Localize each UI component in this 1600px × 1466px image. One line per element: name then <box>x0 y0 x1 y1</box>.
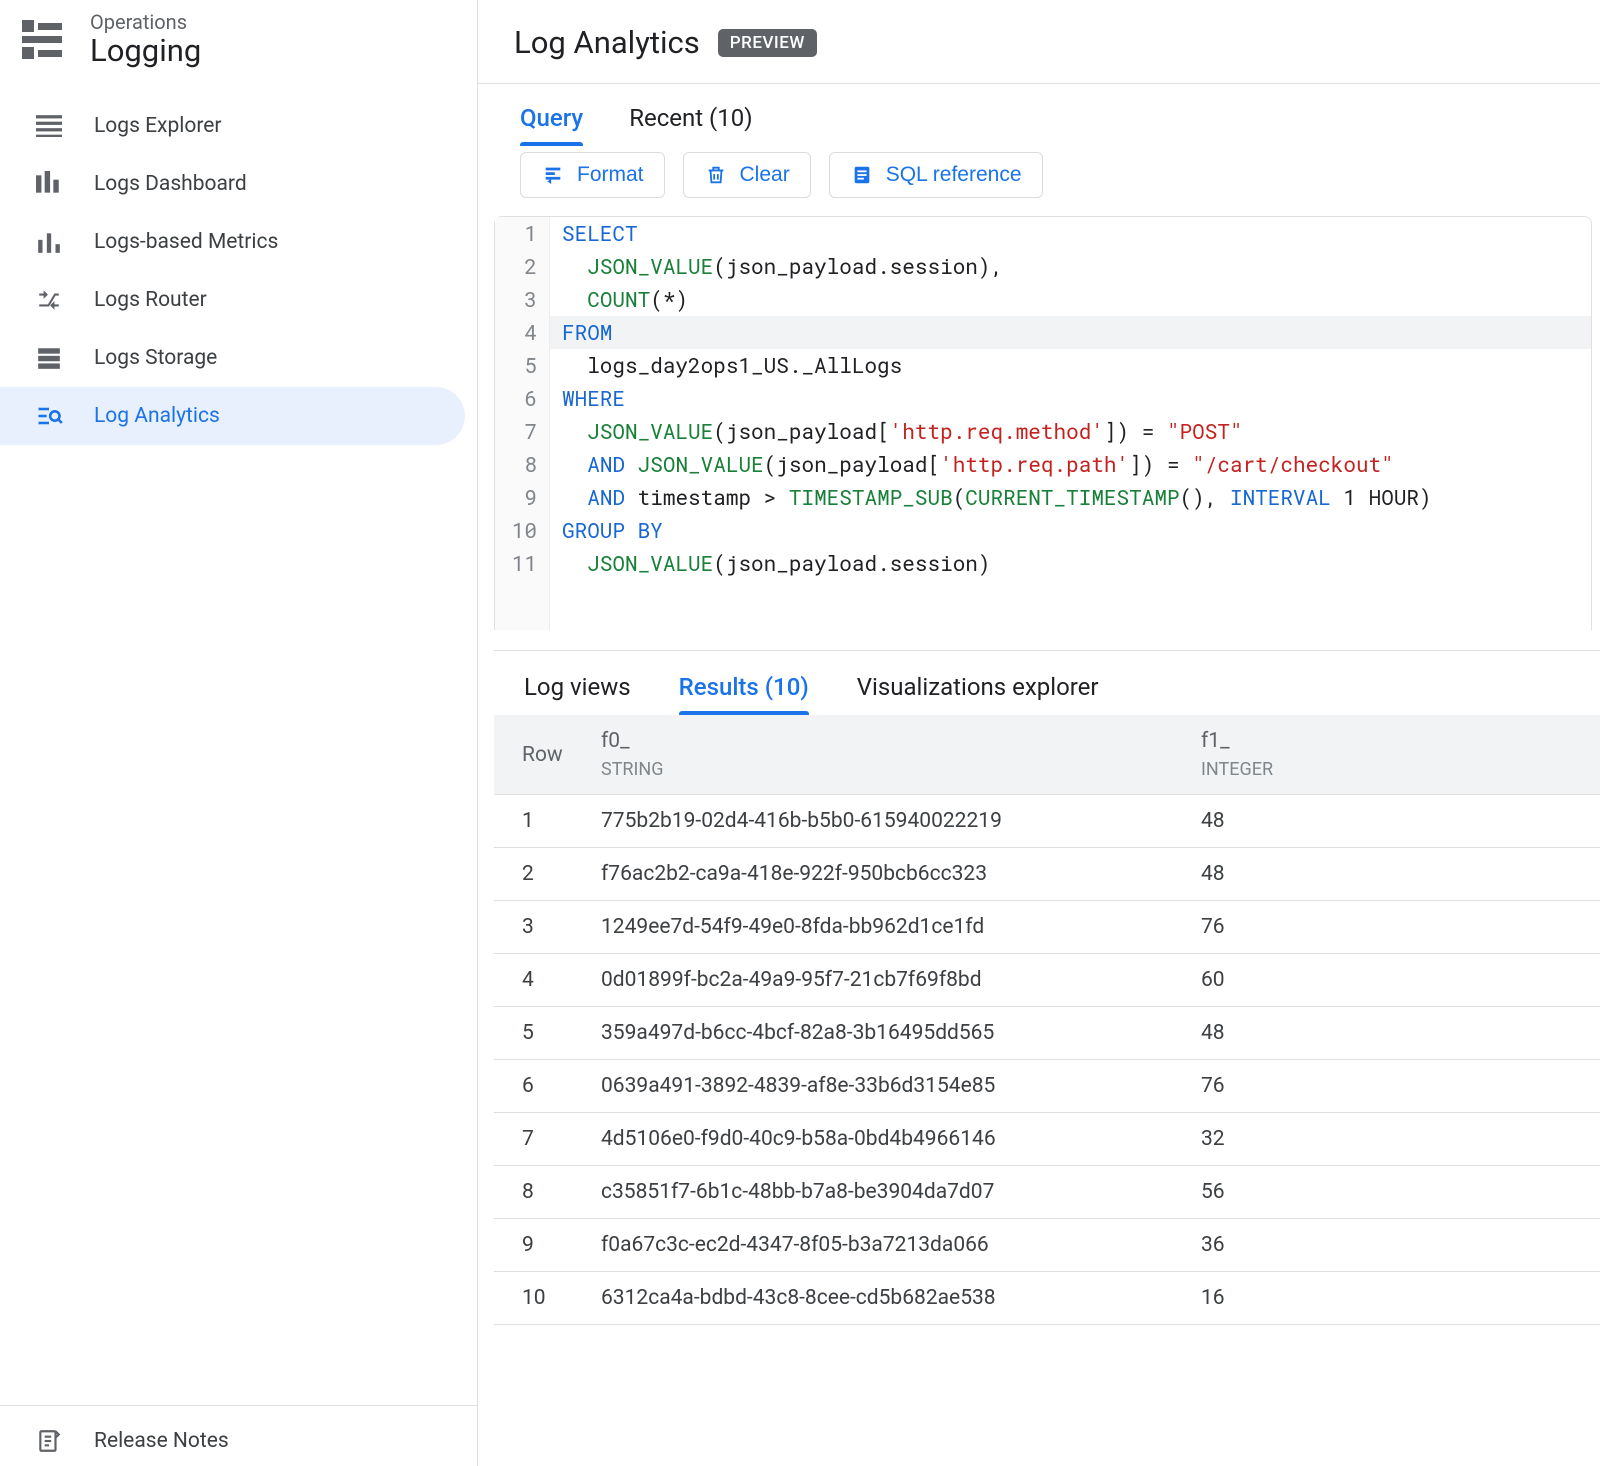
results-table: Row f0_STRING f1_INTEGER 1775b2b19-02d4-… <box>494 715 1600 1325</box>
sidebar-item-logs-metrics[interactable]: Logs-based Metrics <box>0 213 465 271</box>
trash-icon <box>704 163 728 187</box>
sidebar-item-log-analytics[interactable]: Log Analytics <box>0 387 465 445</box>
sql-editor[interactable]: 1SELECT 2 JSON_VALUE(json_payload.sessio… <box>494 216 1592 630</box>
table-row[interactable]: 9f0a67c3c-ec2d-4347-8f05-b3a7213da06636 <box>494 1219 1600 1272</box>
format-button[interactable]: Format <box>520 152 665 198</box>
clear-button[interactable]: Clear <box>683 152 811 198</box>
cell-f0: 0639a491-3892-4839-af8e-33b6d3154e85 <box>589 1060 1189 1113</box>
sql-reference-button[interactable]: SQL reference <box>829 152 1043 198</box>
sidebar: Operations Logging Logs Explorer Logs Da… <box>0 0 478 1466</box>
cell-f1: 76 <box>1189 1060 1600 1113</box>
table-row[interactable]: 2f76ac2b2-ca9a-418e-922f-950bcb6cc32348 <box>494 848 1600 901</box>
table-row[interactable]: 1775b2b19-02d4-416b-b5b0-61594002221948 <box>494 795 1600 848</box>
table-row[interactable]: 40d01899f-bc2a-49a9-95f7-21cb7f69f8bd60 <box>494 954 1600 1007</box>
cell-f0: 4d5106e0-f9d0-40c9-b58a-0bd4b4966146 <box>589 1113 1189 1166</box>
tab-results[interactable]: Results (10) <box>679 673 809 715</box>
cell-f0: 0d01899f-bc2a-49a9-95f7-21cb7f69f8bd <box>589 954 1189 1007</box>
table-row[interactable]: 5359a497d-b6cc-4bcf-82a8-3b16495dd56548 <box>494 1007 1600 1060</box>
sidebar-item-release-notes[interactable]: Release Notes <box>0 1405 477 1466</box>
cell-f1: 76 <box>1189 901 1600 954</box>
sidebar-item-label: Logs Router <box>94 288 207 312</box>
page-header: Log Analytics PREVIEW <box>478 0 1600 84</box>
sidebar-title-block: Operations Logging <box>90 10 201 69</box>
query-actions: Format Clear SQL reference <box>490 146 1600 216</box>
button-label: Clear <box>740 163 790 187</box>
cell-row-number: 5 <box>494 1007 589 1060</box>
button-label: Format <box>577 163 644 187</box>
table-row[interactable]: 31249ee7d-54f9-49e0-8fda-bb962d1ce1fd76 <box>494 901 1600 954</box>
list-icon <box>34 111 64 141</box>
cell-f0: c35851f7-6b1c-48bb-b7a8-be3904da7d07 <box>589 1166 1189 1219</box>
cell-f0: f76ac2b2-ca9a-418e-922f-950bcb6cc323 <box>589 848 1189 901</box>
route-icon <box>34 285 64 315</box>
tab-visualizations[interactable]: Visualizations explorer <box>857 673 1099 715</box>
tab-recent[interactable]: Recent (10) <box>629 104 752 146</box>
sidebar-item-label: Logs-based Metrics <box>94 230 278 254</box>
table-row[interactable]: 106312ca4a-bdbd-43c8-8cee-cd5b682ae53816 <box>494 1272 1600 1325</box>
sidebar-item-logs-storage[interactable]: Logs Storage <box>0 329 465 387</box>
sidebar-item-logs-explorer[interactable]: Logs Explorer <box>0 97 465 155</box>
product-line: Operations <box>90 10 201 34</box>
results-tabs: Log views Results (10) Visualizations ex… <box>494 651 1600 715</box>
cell-row-number: 8 <box>494 1166 589 1219</box>
sidebar-item-label: Release Notes <box>94 1429 229 1453</box>
page-title: Log Analytics <box>514 24 700 61</box>
col-header-f0: f0_STRING <box>589 715 1189 795</box>
format-icon <box>541 163 565 187</box>
table-row[interactable]: 74d5106e0-f9d0-40c9-b58a-0bd4b496614632 <box>494 1113 1600 1166</box>
cell-row-number: 4 <box>494 954 589 1007</box>
product-name: Logging <box>90 32 201 69</box>
cell-row-number: 2 <box>494 848 589 901</box>
cell-f1: 48 <box>1189 848 1600 901</box>
storage-icon <box>34 343 64 373</box>
document-icon <box>850 163 874 187</box>
cell-f1: 36 <box>1189 1219 1600 1272</box>
table-row[interactable]: 8c35851f7-6b1c-48bb-b7a8-be3904da7d0756 <box>494 1166 1600 1219</box>
release-notes-icon <box>34 1426 64 1456</box>
main-content: Log Analytics PREVIEW Query Recent (10) … <box>478 0 1600 1466</box>
col-header-f1: f1_INTEGER <box>1189 715 1600 795</box>
cell-row-number: 10 <box>494 1272 589 1325</box>
analytics-search-icon <box>34 401 64 431</box>
sidebar-item-logs-dashboard[interactable]: Logs Dashboard <box>0 155 465 213</box>
cell-f1: 48 <box>1189 795 1600 848</box>
table-row[interactable]: 60639a491-3892-4839-af8e-33b6d3154e8576 <box>494 1060 1600 1113</box>
cell-f1: 48 <box>1189 1007 1600 1060</box>
dashboard-icon <box>34 169 64 199</box>
cell-f1: 60 <box>1189 954 1600 1007</box>
cell-f0: 6312ca4a-bdbd-43c8-8cee-cd5b682ae538 <box>589 1272 1189 1325</box>
cell-row-number: 6 <box>494 1060 589 1113</box>
sidebar-header: Operations Logging <box>0 0 477 83</box>
cell-row-number: 3 <box>494 901 589 954</box>
button-label: SQL reference <box>886 163 1022 187</box>
sidebar-item-label: Log Analytics <box>94 404 220 428</box>
cell-f0: 1249ee7d-54f9-49e0-8fda-bb962d1ce1fd <box>589 901 1189 954</box>
results-panel: Log views Results (10) Visualizations ex… <box>494 650 1600 1325</box>
bar-chart-icon <box>34 227 64 257</box>
cell-f0: f0a67c3c-ec2d-4347-8f05-b3a7213da066 <box>589 1219 1189 1272</box>
cell-row-number: 1 <box>494 795 589 848</box>
sidebar-item-label: Logs Storage <box>94 346 217 370</box>
preview-badge: PREVIEW <box>718 29 817 57</box>
col-header-row: Row <box>494 715 589 795</box>
sidebar-item-label: Logs Dashboard <box>94 172 247 196</box>
cell-f1: 32 <box>1189 1113 1600 1166</box>
cell-f0: 359a497d-b6cc-4bcf-82a8-3b16495dd565 <box>589 1007 1189 1060</box>
logging-product-icon <box>22 20 62 60</box>
cell-row-number: 9 <box>494 1219 589 1272</box>
query-tabs: Query Recent (10) <box>490 84 1600 146</box>
tab-query[interactable]: Query <box>520 104 583 146</box>
sidebar-nav: Logs Explorer Logs Dashboard Logs-based … <box>0 83 477 445</box>
sidebar-item-logs-router[interactable]: Logs Router <box>0 271 465 329</box>
tab-log-views[interactable]: Log views <box>524 673 631 715</box>
results-header-row: Row f0_STRING f1_INTEGER <box>494 715 1600 795</box>
cell-f1: 16 <box>1189 1272 1600 1325</box>
sidebar-item-label: Logs Explorer <box>94 114 222 138</box>
cell-f0: 775b2b19-02d4-416b-b5b0-615940022219 <box>589 795 1189 848</box>
cell-f1: 56 <box>1189 1166 1600 1219</box>
cell-row-number: 7 <box>494 1113 589 1166</box>
